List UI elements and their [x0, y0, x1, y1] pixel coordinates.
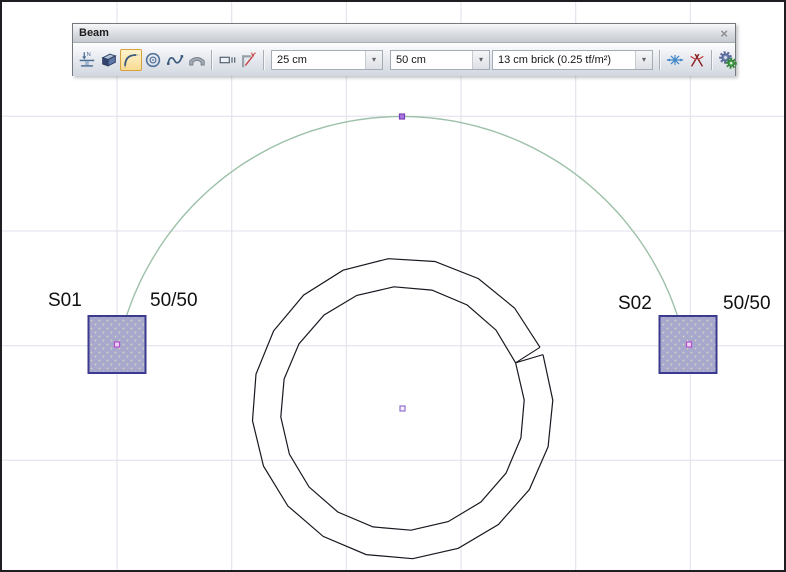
arc-beam-element[interactable] [127, 117, 678, 316]
beam-load-icon: N [77, 49, 97, 71]
chevron-down-icon[interactable]: ▾ [472, 51, 489, 69]
toolbar-title: Beam [79, 27, 109, 39]
toolbar-titlebar[interactable]: Beam × [73, 24, 735, 43]
split-beam-icon [687, 49, 707, 71]
toolbar-separator [711, 50, 713, 70]
arch-beam-button[interactable] [186, 49, 208, 71]
beam-width-value: 25 cm [272, 54, 307, 66]
node-marker[interactable] [687, 342, 692, 347]
node-marker[interactable] [115, 342, 120, 347]
column-label-s01: S01 [48, 291, 82, 310]
cad-canvas[interactable] [2, 2, 786, 572]
arc-beam-button[interactable] [120, 49, 142, 71]
snap-node-icon [665, 49, 685, 71]
snap-node-button[interactable] [664, 49, 686, 71]
wall-type-select[interactable]: 13 cm brick (0.25 tf/m²) ▾ [492, 50, 653, 70]
inclined-beam-icon [239, 49, 259, 71]
circular-beam-button[interactable] [142, 49, 164, 71]
split-beam-button[interactable] [686, 49, 708, 71]
arc-beam-icon [121, 49, 141, 71]
dimension-icon [217, 49, 237, 71]
ring-joint-line [516, 347, 540, 363]
circular-beam-icon [143, 49, 163, 71]
wall-type-value: 13 cm brick (0.25 tf/m²) [493, 54, 611, 66]
dimension-button[interactable] [216, 49, 238, 71]
arch-beam-icon [187, 49, 207, 71]
section-label-s01: 50/50 [150, 291, 198, 310]
settings-gears-button[interactable] [716, 49, 740, 71]
beam-depth-select[interactable]: 50 cm ▾ [390, 50, 490, 70]
spline-beam-icon [165, 49, 185, 71]
node-marker[interactable] [400, 114, 405, 119]
beam-depth-value: 50 cm [391, 54, 426, 66]
chevron-down-icon[interactable]: ▾ [365, 51, 382, 69]
point-load-beam-button[interactable]: N [76, 49, 98, 71]
ring-joint-line [516, 355, 543, 363]
solid-beam-button[interactable] [98, 49, 120, 71]
svg-text:N: N [87, 51, 91, 57]
toolbar-separator [263, 50, 265, 70]
toolbar-separator [659, 50, 661, 70]
section-label-s02: 50/50 [723, 294, 771, 313]
toolbar-row: N [73, 43, 735, 76]
inclined-beam-button[interactable] [238, 49, 260, 71]
column-label-s02: S02 [618, 294, 652, 313]
close-button[interactable]: × [720, 27, 728, 40]
solid-beam-icon [99, 49, 119, 71]
beam-width-select[interactable]: 25 cm ▾ [271, 50, 383, 70]
application-window: S01 50/50 S02 50/50 Beam × N [0, 0, 786, 572]
chevron-down-icon[interactable]: ▾ [635, 51, 652, 69]
node-marker[interactable] [400, 406, 405, 411]
toolbar-separator [211, 50, 213, 70]
beam-toolbar: Beam × N [72, 23, 736, 76]
spline-beam-button[interactable] [164, 49, 186, 71]
gears-icon [717, 49, 739, 71]
